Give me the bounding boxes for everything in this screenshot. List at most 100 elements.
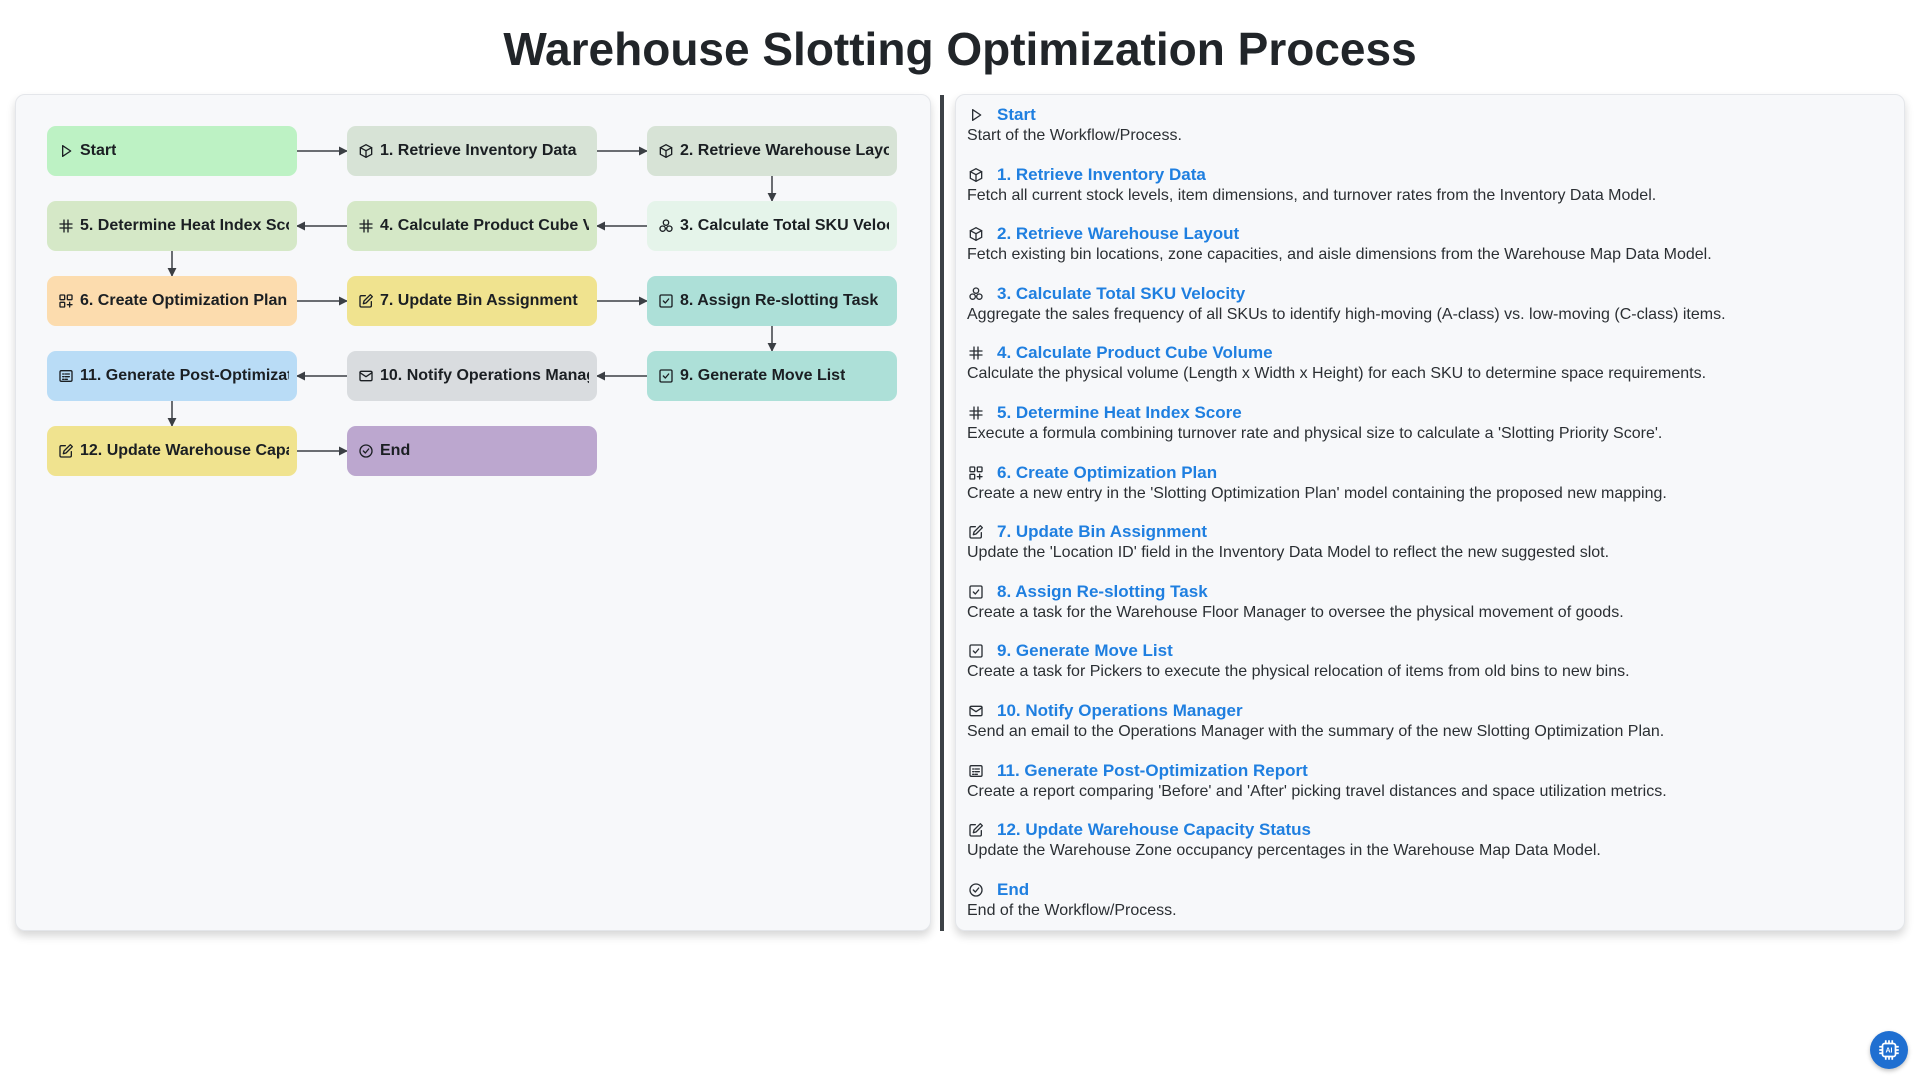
legend-item-title[interactable]: 3. Calculate Total SKU Velocity xyxy=(997,284,1245,304)
legend-item: 7. Update Bin Assignment Update the 'Loca… xyxy=(967,521,1887,581)
report-icon xyxy=(58,368,74,384)
legend-item: 5. Determine Heat Index Score Execute a f… xyxy=(967,402,1887,462)
legend-item: End End of the Workflow/Process. xyxy=(967,879,1887,939)
legend-item: 12. Update Warehouse Capacity Status Upda… xyxy=(967,819,1887,879)
hash-icon xyxy=(968,405,984,421)
flow-node-n2[interactable]: 2. Retrieve Warehouse Layout xyxy=(647,126,897,176)
check-square-icon xyxy=(968,643,984,659)
legend-item-title[interactable]: 7. Update Bin Assignment xyxy=(997,522,1207,542)
circles-icon xyxy=(658,218,674,234)
legend-item-description: Fetch existing bin locations, zone capac… xyxy=(967,246,1712,264)
check-circle-icon xyxy=(968,882,984,898)
legend-item-title[interactable]: 9. Generate Move List xyxy=(997,641,1173,661)
legend-item-description: Start of the Workflow/Process. xyxy=(967,127,1182,144)
legend-item-header: 1. Retrieve Inventory Data xyxy=(967,164,1887,186)
grid-plus-icon xyxy=(58,293,74,309)
edit-icon xyxy=(58,443,74,459)
page-title: Warehouse Slotting Optimization Process xyxy=(503,23,1417,75)
flow-node-n5[interactable]: 5. Determine Heat Index Score xyxy=(47,201,297,251)
legend-item-header: Start xyxy=(967,104,1887,126)
report-icon xyxy=(968,763,984,779)
check-square-icon xyxy=(658,293,674,309)
flow-node-n7[interactable]: 7. Update Bin Assignment xyxy=(347,276,597,326)
legend-item-description: Update the Warehouse Zone occupancy perc… xyxy=(967,842,1601,860)
flow-node-label: 8. Assign Re-slotting Task xyxy=(680,292,879,309)
legend-item-title[interactable]: 5. Determine Heat Index Score xyxy=(997,403,1242,423)
flow-node-label: 5. Determine Heat Index Score xyxy=(80,217,289,234)
legend-item-header: 4. Calculate Product Cube Volume xyxy=(967,342,1887,364)
legend-item: Start Start of the Workflow/Process. xyxy=(967,104,1887,164)
flow-node-n6[interactable]: 6. Create Optimization Plan xyxy=(47,276,297,326)
legend-item: 1. Retrieve Inventory Data Fetch all curr… xyxy=(967,164,1887,224)
hash-icon xyxy=(358,218,374,234)
legend-item: 8. Assign Re-slotting Task Create a task … xyxy=(967,581,1887,641)
circles-icon xyxy=(968,286,984,302)
flow-node-n8[interactable]: 8. Assign Re-slotting Task xyxy=(647,276,897,326)
legend-item-header: 2. Retrieve Warehouse Layout xyxy=(967,223,1887,245)
legend-item-title[interactable]: 6. Create Optimization Plan xyxy=(997,463,1217,483)
legend-item-title[interactable]: 11. Generate Post-Optimization Report xyxy=(997,761,1308,781)
legend-item: 6. Create Optimization Plan Create a new … xyxy=(967,462,1887,522)
check-circle-icon xyxy=(358,443,374,459)
legend-item-description: Create a new entry in the 'Slotting Opti… xyxy=(967,484,1667,502)
legend-item-header: 7. Update Bin Assignment xyxy=(967,521,1887,543)
legend-item: 3. Calculate Total SKU Velocity Aggregate… xyxy=(967,283,1887,343)
flow-node-n11[interactable]: 11. Generate Post-Optimization Report xyxy=(47,351,297,401)
box-icon xyxy=(968,167,984,183)
legend-item-header: 5. Determine Heat Index Score xyxy=(967,402,1887,424)
legend-item: 2. Retrieve Warehouse Layout Fetch existi… xyxy=(967,223,1887,283)
flow-node-label: 9. Generate Move List xyxy=(680,367,846,384)
legend-item-description: Aggregate the sales frequency of all SKU… xyxy=(967,305,1726,323)
flow-node-start[interactable]: Start xyxy=(47,126,297,176)
legend-item-description: Create a task for the Warehouse Floor Ma… xyxy=(967,603,1624,621)
hash-icon xyxy=(58,218,74,234)
box-icon xyxy=(968,226,984,242)
legend-item-title[interactable]: Start xyxy=(997,105,1036,125)
legend-item-title[interactable]: 4. Calculate Product Cube Volume xyxy=(997,343,1273,363)
ai-chip-icon: AI xyxy=(1879,1040,1899,1060)
legend-item-title[interactable]: End xyxy=(997,880,1029,900)
check-square-icon xyxy=(968,584,984,600)
legend-item-title[interactable]: 2. Retrieve Warehouse Layout xyxy=(997,224,1239,244)
flow-node-n9[interactable]: 9. Generate Move List xyxy=(647,351,897,401)
play-icon xyxy=(968,107,984,123)
edit-icon xyxy=(358,293,374,309)
flow-node-label: 3. Calculate Total SKU Velocity xyxy=(680,217,889,234)
mail-icon xyxy=(968,703,984,719)
legend-item-title[interactable]: 10. Notify Operations Manager xyxy=(997,701,1243,721)
legend-item-header: 9. Generate Move List xyxy=(967,640,1887,662)
flow-node-end[interactable]: End xyxy=(347,426,597,476)
flow-node-n12[interactable]: 12. Update Warehouse Capacity Status xyxy=(47,426,297,476)
flow-node-n4[interactable]: 4. Calculate Product Cube Volume xyxy=(347,201,597,251)
flow-node-label: End xyxy=(380,442,411,459)
legend-item: 10. Notify Operations Manager Send an ema… xyxy=(967,700,1887,760)
legend-item-header: 11. Generate Post-Optimization Report xyxy=(967,760,1887,782)
legend-item-description: Execute a formula combining turnover rat… xyxy=(967,424,1663,442)
legend-item: 11. Generate Post-Optimization Report Cre… xyxy=(967,760,1887,820)
flow-node-n3[interactable]: 3. Calculate Total SKU Velocity xyxy=(647,201,897,251)
panel-divider[interactable] xyxy=(940,95,944,931)
legend-item-title[interactable]: 8. Assign Re-slotting Task xyxy=(997,582,1208,602)
box-icon xyxy=(658,143,674,159)
flow-node-n1[interactable]: 1. Retrieve Inventory Data xyxy=(347,126,597,176)
legend-item-header: 6. Create Optimization Plan xyxy=(967,462,1887,484)
legend-item: 9. Generate Move List Create a task for P… xyxy=(967,640,1887,700)
legend-item: 4. Calculate Product Cube Volume Calculat… xyxy=(967,342,1887,402)
svg-text:AI: AI xyxy=(1885,1048,1892,1055)
legend-item-description: Calculate the physical volume (Length x … xyxy=(967,365,1707,383)
flow-node-label: 6. Create Optimization Plan xyxy=(80,292,288,309)
flow-node-label: 7. Update Bin Assignment xyxy=(380,292,578,309)
box-icon xyxy=(358,143,374,159)
ai-badge[interactable]: AI xyxy=(1870,1031,1908,1069)
legend-item-description: Send an email to the Operations Manager … xyxy=(967,722,1665,740)
flow-node-n10[interactable]: 10. Notify Operations Manager xyxy=(347,351,597,401)
legend-item-header: 8. Assign Re-slotting Task xyxy=(967,581,1887,603)
flow-node-label: Start xyxy=(80,142,117,159)
legend-item-title[interactable]: 1. Retrieve Inventory Data xyxy=(997,165,1206,185)
legend-item-title[interactable]: 12. Update Warehouse Capacity Status xyxy=(997,820,1311,840)
legend-item-description: Update the 'Location ID' field in the In… xyxy=(967,544,1610,562)
legend-item-description: Create a task for Pickers to execute the… xyxy=(967,663,1630,681)
flow-node-label: 10. Notify Operations Manager xyxy=(380,367,589,384)
mail-icon xyxy=(358,368,374,384)
edit-icon xyxy=(968,524,984,540)
